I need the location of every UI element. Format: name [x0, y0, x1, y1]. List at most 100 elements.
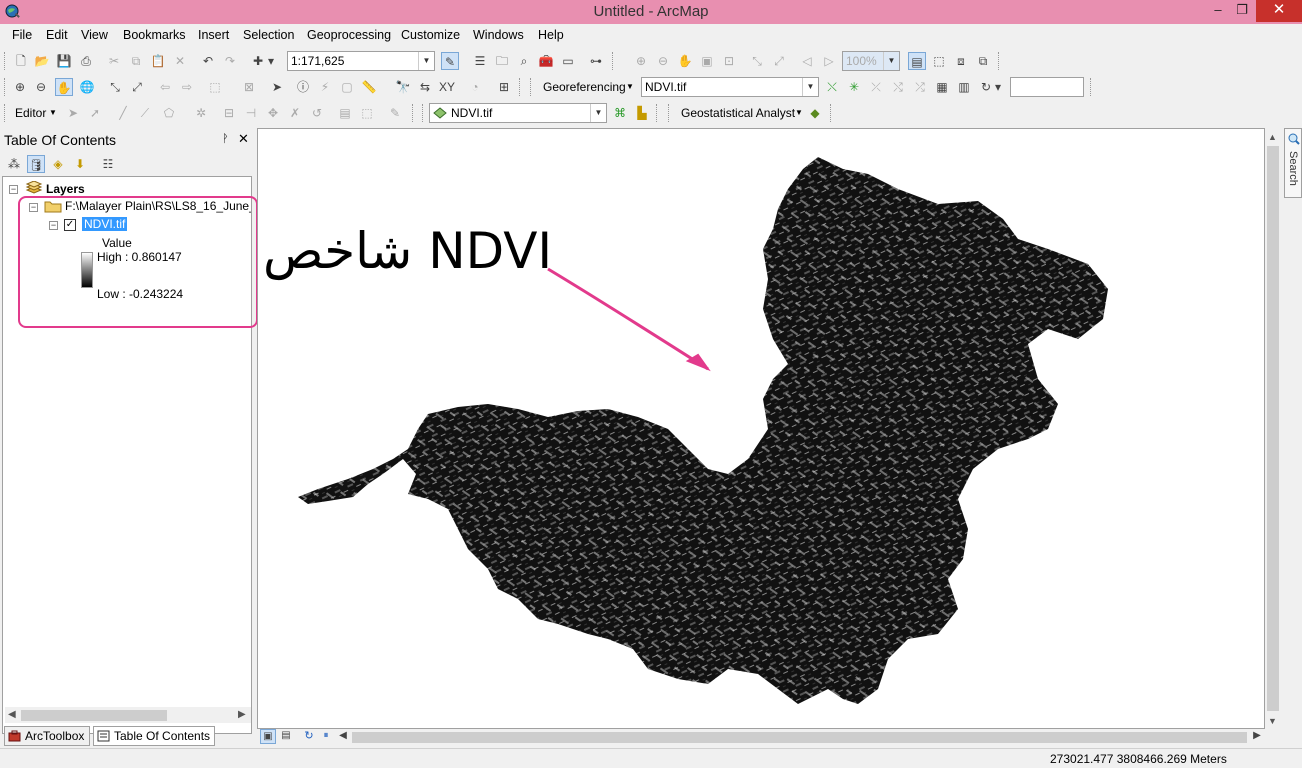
zoom-percent-combo[interactable]: 100% ▼	[842, 51, 900, 71]
toolbar-grip[interactable]	[422, 104, 425, 122]
toolbar-grip[interactable]	[1090, 78, 1093, 96]
toggle-draft-mode-icon[interactable]: ▤	[908, 52, 926, 70]
focus-data-frame-icon[interactable]: ⬚	[930, 52, 948, 70]
pan-icon[interactable]: ✋	[55, 78, 73, 96]
select-elements-icon[interactable]: ➤	[268, 78, 286, 96]
swipe-icon[interactable]: ⌘	[611, 104, 629, 122]
reshape-icon[interactable]: ⬠	[160, 104, 178, 122]
toolbar-grip[interactable]	[656, 104, 659, 122]
pause-drawing-icon[interactable]: ⏸	[318, 729, 334, 744]
rotation-input[interactable]	[1010, 77, 1084, 97]
chevron-down-icon[interactable]: ▼	[418, 52, 434, 70]
tab-table-of-contents[interactable]: Table Of Contents	[93, 726, 215, 746]
find-route-icon[interactable]: ⇆	[416, 78, 434, 96]
geostatistical-analyst-menu[interactable]: Geostatistical Analyst	[681, 106, 795, 120]
zoom-to-link-icon[interactable]: ⤭	[889, 78, 907, 96]
edit-annotation-icon[interactable]: ➚	[86, 104, 104, 122]
select-link-icon[interactable]: ⤫	[867, 78, 885, 96]
split-icon[interactable]: ⊟	[220, 104, 238, 122]
menu-windows[interactable]: Windows	[473, 28, 524, 42]
topology-icon[interactable]: ↺	[308, 104, 326, 122]
undo-icon[interactable]: ↶	[199, 52, 217, 70]
geostatistical-wizard-icon[interactable]: ◆	[806, 104, 824, 122]
list-by-selection-icon[interactable]: ⬇	[71, 155, 89, 173]
chevron-down-icon[interactable]: ▼	[802, 78, 818, 96]
go-back-icon[interactable]: ⇦	[156, 78, 174, 96]
layers-root-label[interactable]: Layers	[46, 182, 85, 196]
save-icon[interactable]: 💾	[55, 52, 73, 70]
scroll-right-icon[interactable]: ▶	[238, 707, 246, 723]
layout-zoom-in-icon[interactable]: ⊕	[632, 52, 650, 70]
toolbar-grip[interactable]	[668, 104, 671, 122]
catalog-icon[interactable]: 🗀	[493, 52, 511, 70]
menu-bookmarks[interactable]: Bookmarks	[123, 28, 186, 42]
add-control-points-auto-icon[interactable]: ✳	[845, 78, 863, 96]
straight-segment-icon[interactable]: ╱	[114, 104, 132, 122]
search-window-icon[interactable]: ⌕	[515, 52, 533, 70]
back-extent-icon[interactable]: ◁	[798, 52, 816, 70]
add-data-icon[interactable]: ✚	[249, 52, 267, 70]
new-document-icon[interactable]: 🗋	[12, 52, 30, 70]
select-features-icon[interactable]: ⬚	[206, 78, 224, 96]
paste-icon[interactable]: 📋	[149, 52, 167, 70]
sketch-properties-icon[interactable]: ⬚	[358, 104, 376, 122]
chevron-down-icon[interactable]: ▼	[795, 108, 803, 117]
full-extent-icon[interactable]: 🌐	[78, 78, 96, 96]
list-by-visibility-icon[interactable]: ◈	[49, 155, 67, 173]
zoom-out-icon[interactable]: ⊖	[32, 78, 50, 96]
time-slider-icon[interactable]: ◔	[466, 78, 484, 96]
toc-close-icon[interactable]: ✕	[238, 131, 249, 147]
data-driven-pages-icon[interactable]: ⧉	[974, 52, 992, 70]
add-control-points-icon[interactable]: ⤬	[823, 78, 841, 96]
print-icon[interactable]: ⎙	[77, 52, 95, 70]
model-builder-icon[interactable]: ⊶	[587, 52, 605, 70]
pin-icon[interactable]: ᚹ	[222, 133, 229, 145]
image-layer-combo[interactable]: NDVI.tif ▼	[429, 103, 607, 123]
arctoolbox-icon[interactable]: 🧰	[537, 52, 555, 70]
chevron-down-icon[interactable]: ▼	[883, 52, 899, 70]
identify-icon[interactable]: ⓘ	[294, 78, 312, 96]
toolbar-grip[interactable]	[412, 104, 415, 122]
menu-geoprocessing[interactable]: Geoprocessing	[307, 28, 391, 42]
scrollbar-thumb[interactable]	[1267, 146, 1279, 711]
add-data-dropdown-icon[interactable]: ▾	[266, 52, 276, 70]
zoom-in-icon[interactable]: ⊕	[11, 78, 29, 96]
editor-toolbar-icon[interactable]: ✎	[441, 52, 459, 70]
map-horizontal-scrollbar-thumb[interactable]	[352, 732, 1247, 743]
scrollbar-thumb[interactable]	[21, 710, 167, 721]
trace-icon[interactable]: ⟋	[136, 104, 154, 122]
toolbar-grip[interactable]	[998, 52, 1001, 70]
maximize-button[interactable]: ❐	[1230, 0, 1254, 22]
scroll-left-icon[interactable]: ◀	[337, 729, 349, 744]
clear-selection-icon[interactable]: ⊠	[240, 78, 258, 96]
chevron-down-icon[interactable]: ▼	[49, 108, 57, 117]
delete-icon[interactable]: ✕	[171, 52, 189, 70]
menu-insert[interactable]: Insert	[198, 28, 229, 42]
html-popup-icon[interactable]: ▢	[338, 78, 356, 96]
hyperlink-icon[interactable]: ⚡	[316, 78, 334, 96]
toolbar-grip[interactable]	[612, 52, 615, 70]
zoom-100-icon[interactable]: ⊡	[720, 52, 738, 70]
cut-icon[interactable]: ✂	[105, 52, 123, 70]
scale-icon[interactable]: ✗	[286, 104, 304, 122]
toolbar-grip[interactable]	[530, 78, 533, 96]
view-link-table-icon[interactable]: ▦	[933, 78, 951, 96]
minimize-button[interactable]: –	[1206, 0, 1230, 22]
toolbar-grip[interactable]	[4, 104, 7, 122]
scroll-up-icon[interactable]: ▲	[1268, 132, 1277, 142]
georeferencing-menu[interactable]: Georeferencing	[543, 80, 626, 94]
create-viewer-window-icon[interactable]: ⊞	[495, 78, 513, 96]
viewer-icon[interactable]: ▥	[955, 78, 973, 96]
go-to-xy-icon[interactable]: XY	[438, 78, 456, 96]
scroll-left-icon[interactable]: ◀	[8, 707, 16, 723]
toolbar-grip[interactable]	[830, 104, 833, 122]
edit-tool-icon[interactable]: ➤	[64, 104, 82, 122]
scroll-down-icon[interactable]: ▼	[1268, 716, 1277, 726]
redo-icon[interactable]: ↷	[221, 52, 239, 70]
chevron-down-icon[interactable]: ▼	[590, 104, 606, 122]
menu-file[interactable]: File	[12, 28, 32, 42]
toolbar-grip[interactable]	[4, 52, 7, 70]
copy-icon[interactable]: ⧉	[127, 52, 145, 70]
menu-help[interactable]: Help	[538, 28, 564, 42]
layout-view-icon[interactable]: ▤	[278, 729, 294, 744]
